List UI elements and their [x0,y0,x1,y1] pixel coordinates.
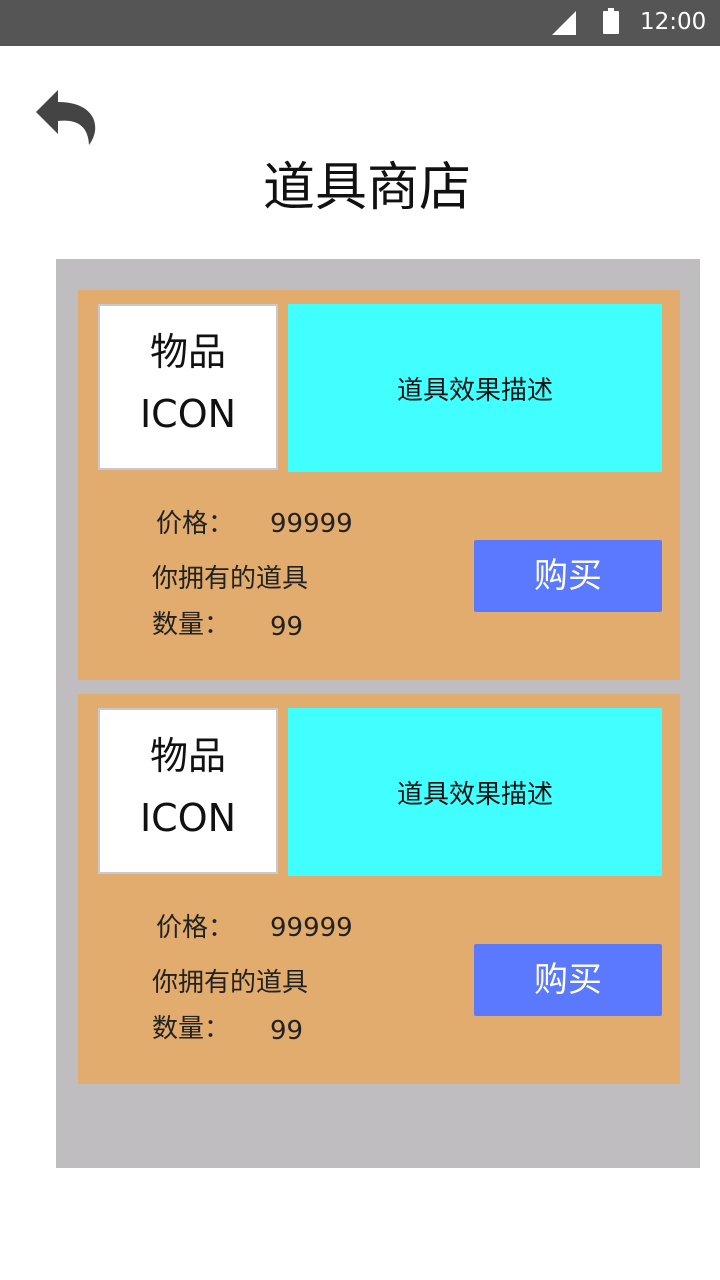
price-value: 99999 [270,913,353,943]
item-description: 道具效果描述 [288,304,662,472]
item-icon-text: ICON [139,392,237,436]
status-bar: 12:00 [0,0,720,46]
item-description-text: 道具效果描述 [396,779,553,810]
item-description: 道具效果描述 [288,708,662,876]
item-icon-text: 物品 [149,330,226,374]
back-arrow-icon[interactable] [34,88,100,146]
quantity-label: 数量： [152,610,231,640]
price-value: 99999 [270,509,353,539]
quantity-value: 99 [270,1016,304,1046]
item-card: 物品 ICON 道具效果描述 价格： 99999 你拥有的道具 数量： 99 购… [78,694,680,1084]
quantity-value: 99 [270,612,304,642]
price-label: 价格： [156,509,235,539]
item-description-text: 道具效果描述 [396,375,553,406]
price-label: 价格： [156,913,235,943]
battery-icon [603,8,619,34]
item-icon-text: 物品 [149,734,226,778]
quantity-label: 数量： [152,1014,231,1044]
buy-button[interactable]: 购买 [474,944,662,1016]
item-icon-text: ICON [139,796,237,840]
item-card: 物品 ICON 道具效果描述 价格： 99999 你拥有的道具 数量： 99 购… [78,290,680,680]
item-icon-placeholder: 物品 ICON [98,708,278,874]
buy-button[interactable]: 购买 [474,540,662,612]
owned-label: 你拥有的道具 [152,968,309,998]
item-icon-placeholder: 物品 ICON [98,304,278,470]
item-list[interactable]: 物品 ICON 道具效果描述 价格： 99999 你拥有的道具 数量： 99 购… [56,259,700,1168]
status-clock: 12:00 [640,9,707,35]
signal-icon [552,11,576,35]
page-title: 道具商店 [262,158,471,218]
owned-label: 你拥有的道具 [152,564,309,594]
